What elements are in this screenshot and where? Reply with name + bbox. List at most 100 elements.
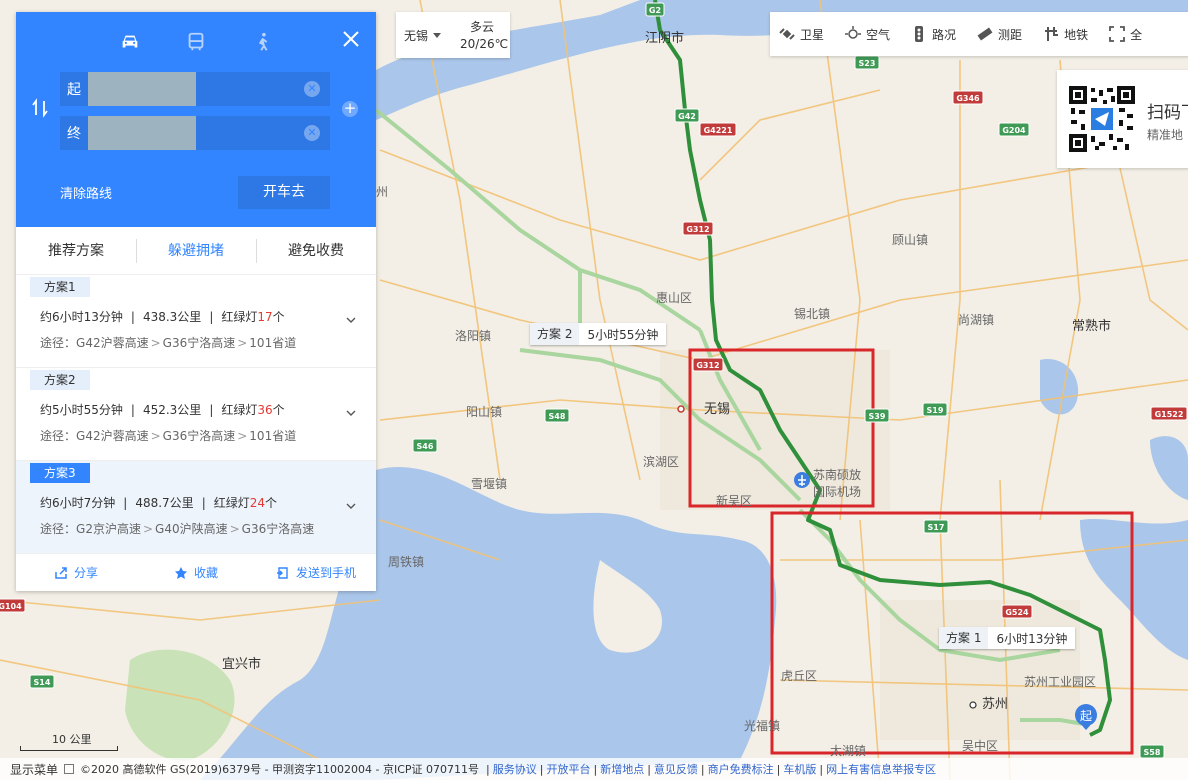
map-place-label[interactable]: 国际机场 bbox=[813, 485, 861, 499]
map-place-label[interactable]: 滨湖区 bbox=[643, 454, 679, 469]
walk-icon bbox=[258, 32, 268, 51]
map-place-label[interactable]: 州 bbox=[376, 185, 388, 199]
chevron-right-icon: > bbox=[237, 336, 248, 350]
clear-end-icon[interactable]: ✕ bbox=[304, 125, 320, 141]
map-place-label[interactable]: 太湖镇 bbox=[830, 743, 866, 758]
bus-mode-tab[interactable] bbox=[182, 30, 210, 54]
tool-subway[interactable]: 地铁 bbox=[1042, 25, 1088, 43]
map-place-label[interactable]: 光福镇 bbox=[744, 718, 780, 733]
map-place-label[interactable]: 惠山区 bbox=[656, 291, 692, 305]
map-place-label[interactable]: 洛阳镇 bbox=[455, 328, 491, 343]
footer-link[interactable]: 商户免费标注 bbox=[708, 763, 774, 776]
chevron-right-icon: > bbox=[229, 522, 240, 536]
tool-air[interactable]: 空气 bbox=[844, 25, 890, 43]
tool-satellite-label: 卫星 bbox=[800, 27, 825, 42]
qr-subtitle: 精准地 bbox=[1147, 128, 1184, 142]
favorite-button[interactable]: 收藏 bbox=[136, 564, 256, 581]
route-plan-list: 方案1 约6小时13分钟 | 438.3公里 | 红绿灯17个 途径：G42沪蓉高速 > G36… bbox=[16, 275, 376, 554]
weather-widget[interactable]: 无锡 多云 20/26℃ bbox=[396, 12, 510, 58]
map-place-label[interactable]: 顾山镇 bbox=[892, 233, 928, 247]
road-shield-label: S23 bbox=[859, 59, 876, 68]
map-place-label[interactable]: 尚湖镇 bbox=[958, 312, 994, 327]
footer-link[interactable]: 开放平台 bbox=[546, 763, 590, 776]
qr-download-card[interactable]: 扫码下 精准地 bbox=[1057, 70, 1188, 168]
map-place-label[interactable]: 阳山镇 bbox=[466, 405, 502, 419]
plan-via-road: G36宁洛高速 bbox=[162, 429, 236, 443]
plan-via-road: G42沪蓉高速 bbox=[76, 336, 149, 350]
map-place-label[interactable]: 雪堰镇 bbox=[471, 477, 507, 491]
tool-traffic-label: 路况 bbox=[932, 27, 957, 42]
tool-measure-label: 测距 bbox=[998, 27, 1023, 42]
tab-recommended[interactable]: 推荐方案 bbox=[16, 227, 136, 274]
plan-lights-count: 36 bbox=[257, 403, 273, 417]
tool-fullscreen[interactable]: 全 bbox=[1108, 25, 1142, 43]
divider: | bbox=[819, 763, 824, 776]
road-shield: G42 bbox=[674, 108, 700, 123]
share-button[interactable]: 分享 bbox=[16, 564, 136, 581]
plan-via-road: G42沪蓉高速 bbox=[76, 429, 149, 443]
start-field[interactable]: 起 ✕ bbox=[60, 72, 330, 106]
map-place-label[interactable]: 江阴市 bbox=[645, 30, 684, 46]
tool-traffic[interactable]: 路况 bbox=[910, 25, 956, 43]
map-place-label[interactable]: 吴中区 bbox=[962, 738, 998, 753]
ruler-icon bbox=[977, 27, 993, 41]
callout-plan-time: 5小时55分钟 bbox=[587, 327, 659, 342]
route-plan-item[interactable]: 方案1 约6小时13分钟 | 438.3公里 | 红绿灯17个 途径：G42沪蓉高速 > G36… bbox=[16, 275, 376, 368]
add-waypoint-icon[interactable]: + bbox=[342, 101, 358, 117]
clear-route-link[interactable]: 清除路线 bbox=[60, 183, 112, 202]
city-selector[interactable]: 无锡 bbox=[404, 27, 428, 44]
footer-link[interactable]: 服务协议 bbox=[493, 763, 537, 776]
route-callout-plan2[interactable]: 方案 2 5小时55分钟 bbox=[530, 323, 667, 345]
road-shield: S39 bbox=[864, 408, 890, 423]
road-shield-label: S46 bbox=[417, 442, 434, 451]
route-callout-plan1[interactable]: 方案 1 6小时13分钟 bbox=[939, 627, 1076, 649]
plan-stats: 约6小时13分钟 | 438.3公里 | 红绿灯17个 bbox=[40, 308, 285, 325]
divider: | bbox=[776, 763, 781, 776]
divider: | bbox=[130, 403, 135, 417]
road-shield-label: S17 bbox=[928, 523, 945, 532]
chevron-down-icon[interactable] bbox=[346, 501, 356, 511]
chevron-down-icon[interactable] bbox=[346, 315, 356, 325]
map-place-label[interactable]: 常熟市 bbox=[1072, 318, 1111, 334]
tool-measure[interactable]: 测距 bbox=[976, 25, 1022, 43]
footer-link[interactable]: 网上有害信息举报专区 bbox=[826, 763, 936, 776]
divider: | bbox=[539, 763, 544, 776]
map-place-label[interactable]: 无锡 bbox=[704, 402, 730, 417]
footer-link[interactable]: 意见反馈 bbox=[654, 763, 698, 776]
map-place-label[interactable]: 苏州 bbox=[982, 696, 1008, 712]
air-quality-icon bbox=[845, 26, 862, 39]
end-field[interactable]: 终 ✕ bbox=[60, 116, 330, 150]
map-place-label[interactable]: 苏南硕放 bbox=[813, 467, 861, 482]
road-shield: G346 bbox=[952, 90, 984, 105]
drive-mode-tab[interactable] bbox=[116, 30, 144, 54]
road-shield: G312 bbox=[692, 357, 724, 372]
map-place-label[interactable]: 苏州工业园区 bbox=[1024, 675, 1096, 689]
subway-icon bbox=[1045, 27, 1059, 41]
plan-via-road: 101省道 bbox=[249, 429, 297, 443]
footer-link[interactable]: 新增地点 bbox=[600, 763, 644, 776]
car-icon bbox=[122, 35, 138, 48]
map-place-label[interactable]: 锡北镇 bbox=[794, 306, 830, 321]
close-icon[interactable] bbox=[340, 28, 362, 50]
map-place-label[interactable]: 周铁镇 bbox=[388, 555, 424, 569]
traffic-light-icon bbox=[915, 26, 924, 42]
plan-via-road: G36宁洛高速 bbox=[162, 336, 236, 350]
route-plan-item[interactable]: 方案2 约5小时55分钟 | 452.3公里 | 红绿灯36个 途径：G42沪蓉高速 > G36… bbox=[16, 368, 376, 461]
plan-via-road: G36宁洛高速 bbox=[241, 522, 315, 536]
send-to-phone-button[interactable]: 发送到手机 bbox=[256, 564, 376, 581]
tab-avoid-tolls[interactable]: 避免收费 bbox=[256, 227, 376, 274]
tab-avoid-congestion[interactable]: 躲避拥堵 bbox=[136, 227, 256, 274]
map-place-label[interactable]: 虎丘区 bbox=[781, 669, 817, 683]
chevron-down-icon[interactable] bbox=[346, 408, 356, 418]
route-plan-item[interactable]: 方案3 约6小时7分钟 | 488.7公里 | 红绿灯24个 途径：G2京沪高速 > G40沪陕… bbox=[16, 461, 376, 554]
start-driving-button[interactable]: 开车去 bbox=[238, 176, 330, 209]
map-place-label[interactable]: 新吴区 bbox=[716, 493, 752, 508]
walk-mode-tab[interactable] bbox=[249, 30, 277, 54]
clear-start-icon[interactable]: ✕ bbox=[304, 81, 320, 97]
show-menu-button[interactable]: 显示菜单 bbox=[0, 761, 58, 778]
menu-icon[interactable] bbox=[64, 764, 75, 774]
tool-satellite[interactable]: 卫星 bbox=[778, 25, 824, 43]
footer-link[interactable]: 车机版 bbox=[783, 763, 816, 776]
map-place-label[interactable]: 宜兴市 bbox=[222, 656, 261, 672]
swap-icon[interactable] bbox=[30, 98, 50, 118]
